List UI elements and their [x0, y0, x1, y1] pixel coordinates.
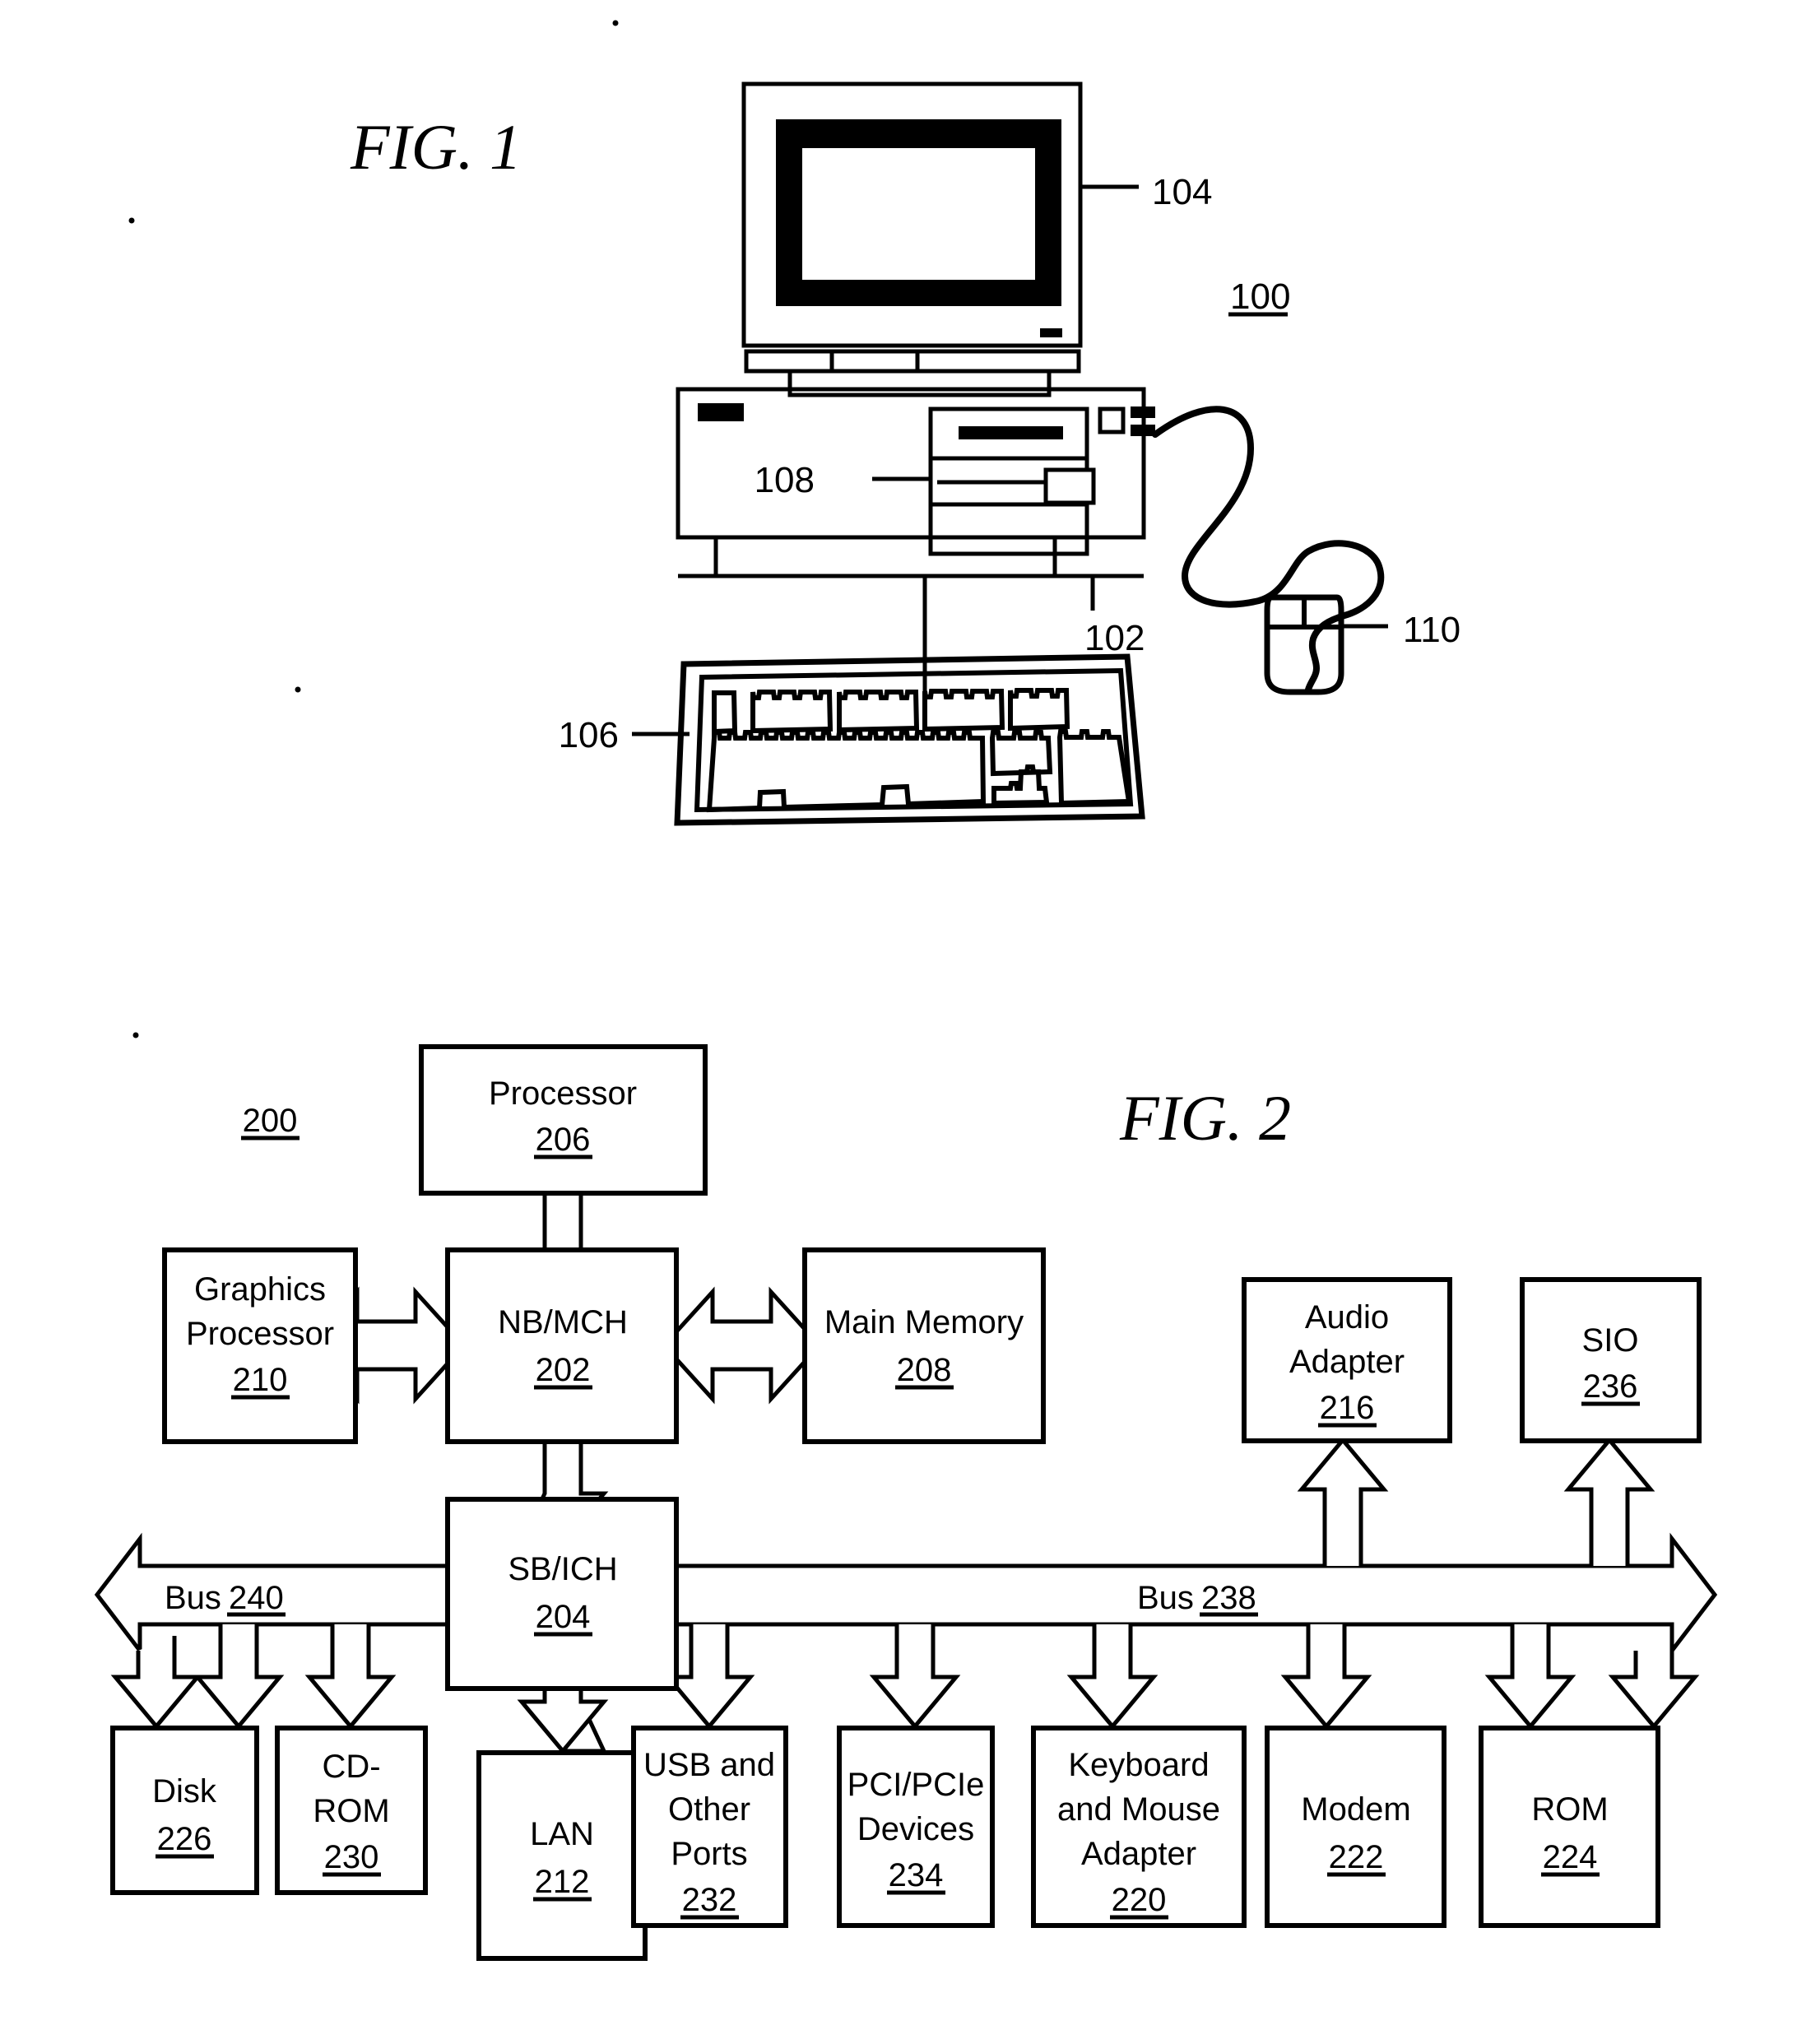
- usb-and-other-ports-block-label-3: Ports: [671, 1836, 747, 1872]
- system-unit-badge: [698, 403, 744, 421]
- rom-block-ref: 224: [1543, 1839, 1598, 1875]
- sio-block-ref: 236: [1583, 1368, 1638, 1405]
- main-memory-block-box: [802, 1247, 1046, 1444]
- figure-1-system-label: 100: [1228, 276, 1290, 317]
- disk-block-box: [110, 1726, 259, 1895]
- audio-adapter-block-label-1: Audio: [1305, 1299, 1389, 1336]
- usb-and-other-ports-block-label-2: Other: [668, 1791, 750, 1828]
- nb-mch-block-label: NB/MCH: [498, 1304, 628, 1340]
- processor-block: Processor 206: [419, 1044, 708, 1196]
- pci-pcie-devices-block: PCI/PCIe Devices 234: [837, 1726, 995, 1928]
- mouse-callout-label: 110: [1403, 610, 1460, 650]
- graphics-processor-block-label-2: Processor: [186, 1316, 334, 1352]
- sio-block-box: [1520, 1277, 1702, 1443]
- drive-bay-slot-inset: [959, 426, 1063, 439]
- drive-bay-eject-button: [1043, 467, 1096, 505]
- lan-block: LAN 212: [476, 1750, 648, 1961]
- pci-pcie-devices-block-ref: 234: [889, 1857, 944, 1893]
- cd-rom-block: CD- ROM 230: [275, 1726, 428, 1895]
- modem-block-label: Modem: [1301, 1791, 1410, 1828]
- figure-2-title: FIG. 2: [1119, 1082, 1291, 1154]
- audio-adapter-block-label-2: Adapter: [1289, 1344, 1405, 1380]
- figure-2-system-label: 200: [241, 1103, 300, 1140]
- disk-block-ref: 226: [157, 1821, 212, 1857]
- processor-block-ref: 206: [536, 1122, 591, 1158]
- system-unit-indicator-bar: [1131, 425, 1155, 436]
- sio-block: SIO 236: [1520, 1277, 1702, 1443]
- sio-block-label: SIO: [1582, 1322, 1639, 1359]
- keyboard-callout-label: 106: [559, 715, 619, 755]
- figure-2-system-label-text: 200: [243, 1103, 298, 1139]
- monitor-power-led: [1040, 328, 1062, 337]
- cd-rom-block-label-1: CD-: [322, 1749, 380, 1785]
- keyboard-and-mouse-adapter-block-ref: 220: [1112, 1882, 1167, 1918]
- sb-ich-block-box: [445, 1497, 679, 1691]
- bus-240-word: Bus: [165, 1580, 221, 1616]
- system-unit-callout-label: 102: [1084, 618, 1145, 658]
- processor-block-label: Processor: [489, 1075, 637, 1112]
- usb-and-other-ports-block-label-1: USB and: [643, 1747, 775, 1783]
- bus-238-ref: 238: [1201, 1580, 1256, 1616]
- audio-adapter-block: Audio Adapter 216: [1242, 1277, 1452, 1443]
- lan-block-ref: 212: [535, 1864, 590, 1900]
- rom-block: ROM 224: [1479, 1726, 1660, 1928]
- sb-ich-block: SB/ICH 204: [445, 1497, 679, 1691]
- usb-and-other-ports-block-ref: 232: [682, 1882, 737, 1918]
- main-memory-block: Main Memory 208: [802, 1247, 1046, 1444]
- keyboard-and-mouse-adapter-block: Keyboard and Mouse Adapter 220: [1031, 1726, 1247, 1928]
- audio-adapter-block-ref: 216: [1320, 1390, 1375, 1426]
- cd-rom-block-ref: 230: [324, 1839, 379, 1875]
- disk-block: Disk 226: [110, 1726, 259, 1895]
- pci-pcie-devices-block-label-1: PCI/PCIe: [847, 1767, 985, 1803]
- keyboard-and-mouse-adapter-block-label-1: Keyboard: [1068, 1747, 1209, 1783]
- usb-and-other-ports-block: USB and Other Ports 232: [631, 1726, 788, 1928]
- modem-block: Modem 222: [1265, 1726, 1446, 1928]
- monitor-screen: [802, 148, 1035, 280]
- bus-238-word: Bus: [1137, 1580, 1194, 1616]
- cd-rom-block-label-2: ROM: [313, 1793, 389, 1829]
- system-unit-indicator-bar: [1131, 406, 1155, 418]
- pci-pcie-devices-block-label-2: Devices: [857, 1811, 974, 1847]
- main-memory-block-label: Main Memory: [824, 1304, 1024, 1340]
- lan-block-box: [476, 1750, 648, 1961]
- rom-block-label: ROM: [1531, 1791, 1608, 1828]
- modem-block-ref: 222: [1329, 1839, 1384, 1875]
- registration-dot: [128, 217, 135, 224]
- main-memory-block-ref: 208: [897, 1352, 952, 1388]
- nb-mch-block-ref: 202: [536, 1352, 591, 1388]
- registration-dot: [132, 1032, 139, 1038]
- nb-mch-block: NB/MCH 202: [445, 1247, 679, 1444]
- drawing-canvas: FIG. 1 104 100 108 102 110 106 FIG. 2 20…: [0, 0, 1811, 2044]
- figure-1-system-label-text: 100: [1230, 276, 1290, 317]
- lan-block-label: LAN: [530, 1816, 594, 1852]
- processor-block-box: [419, 1044, 708, 1196]
- keyboard-and-mouse-adapter-block-label-2: and Mouse: [1057, 1791, 1220, 1828]
- figure-1-title: FIG. 1: [350, 111, 522, 183]
- bus-240-ref: 240: [229, 1580, 284, 1616]
- sb-ich-block-label: SB/ICH: [508, 1551, 617, 1587]
- patent-drawing-sheet: FIG. 1 104 100 108 102 110 106 FIG. 2 20…: [0, 0, 1811, 2044]
- registration-dot: [612, 20, 619, 26]
- graphics-processor-block-ref: 210: [233, 1362, 288, 1398]
- registration-dot: [295, 686, 301, 693]
- keyboard-and-mouse-adapter-block-label-3: Adapter: [1081, 1836, 1196, 1872]
- sb-ich-block-ref: 204: [536, 1599, 591, 1635]
- monitor-callout-label: 104: [1152, 172, 1212, 212]
- disk-block-label: Disk: [152, 1773, 217, 1809]
- nb-mch-block-box: [445, 1247, 679, 1444]
- graphics-processor-block: Graphics Processor 210: [162, 1247, 358, 1444]
- graphics-processor-block-label-1: Graphics: [194, 1271, 326, 1308]
- drive-bay-callout-label: 108: [755, 460, 815, 500]
